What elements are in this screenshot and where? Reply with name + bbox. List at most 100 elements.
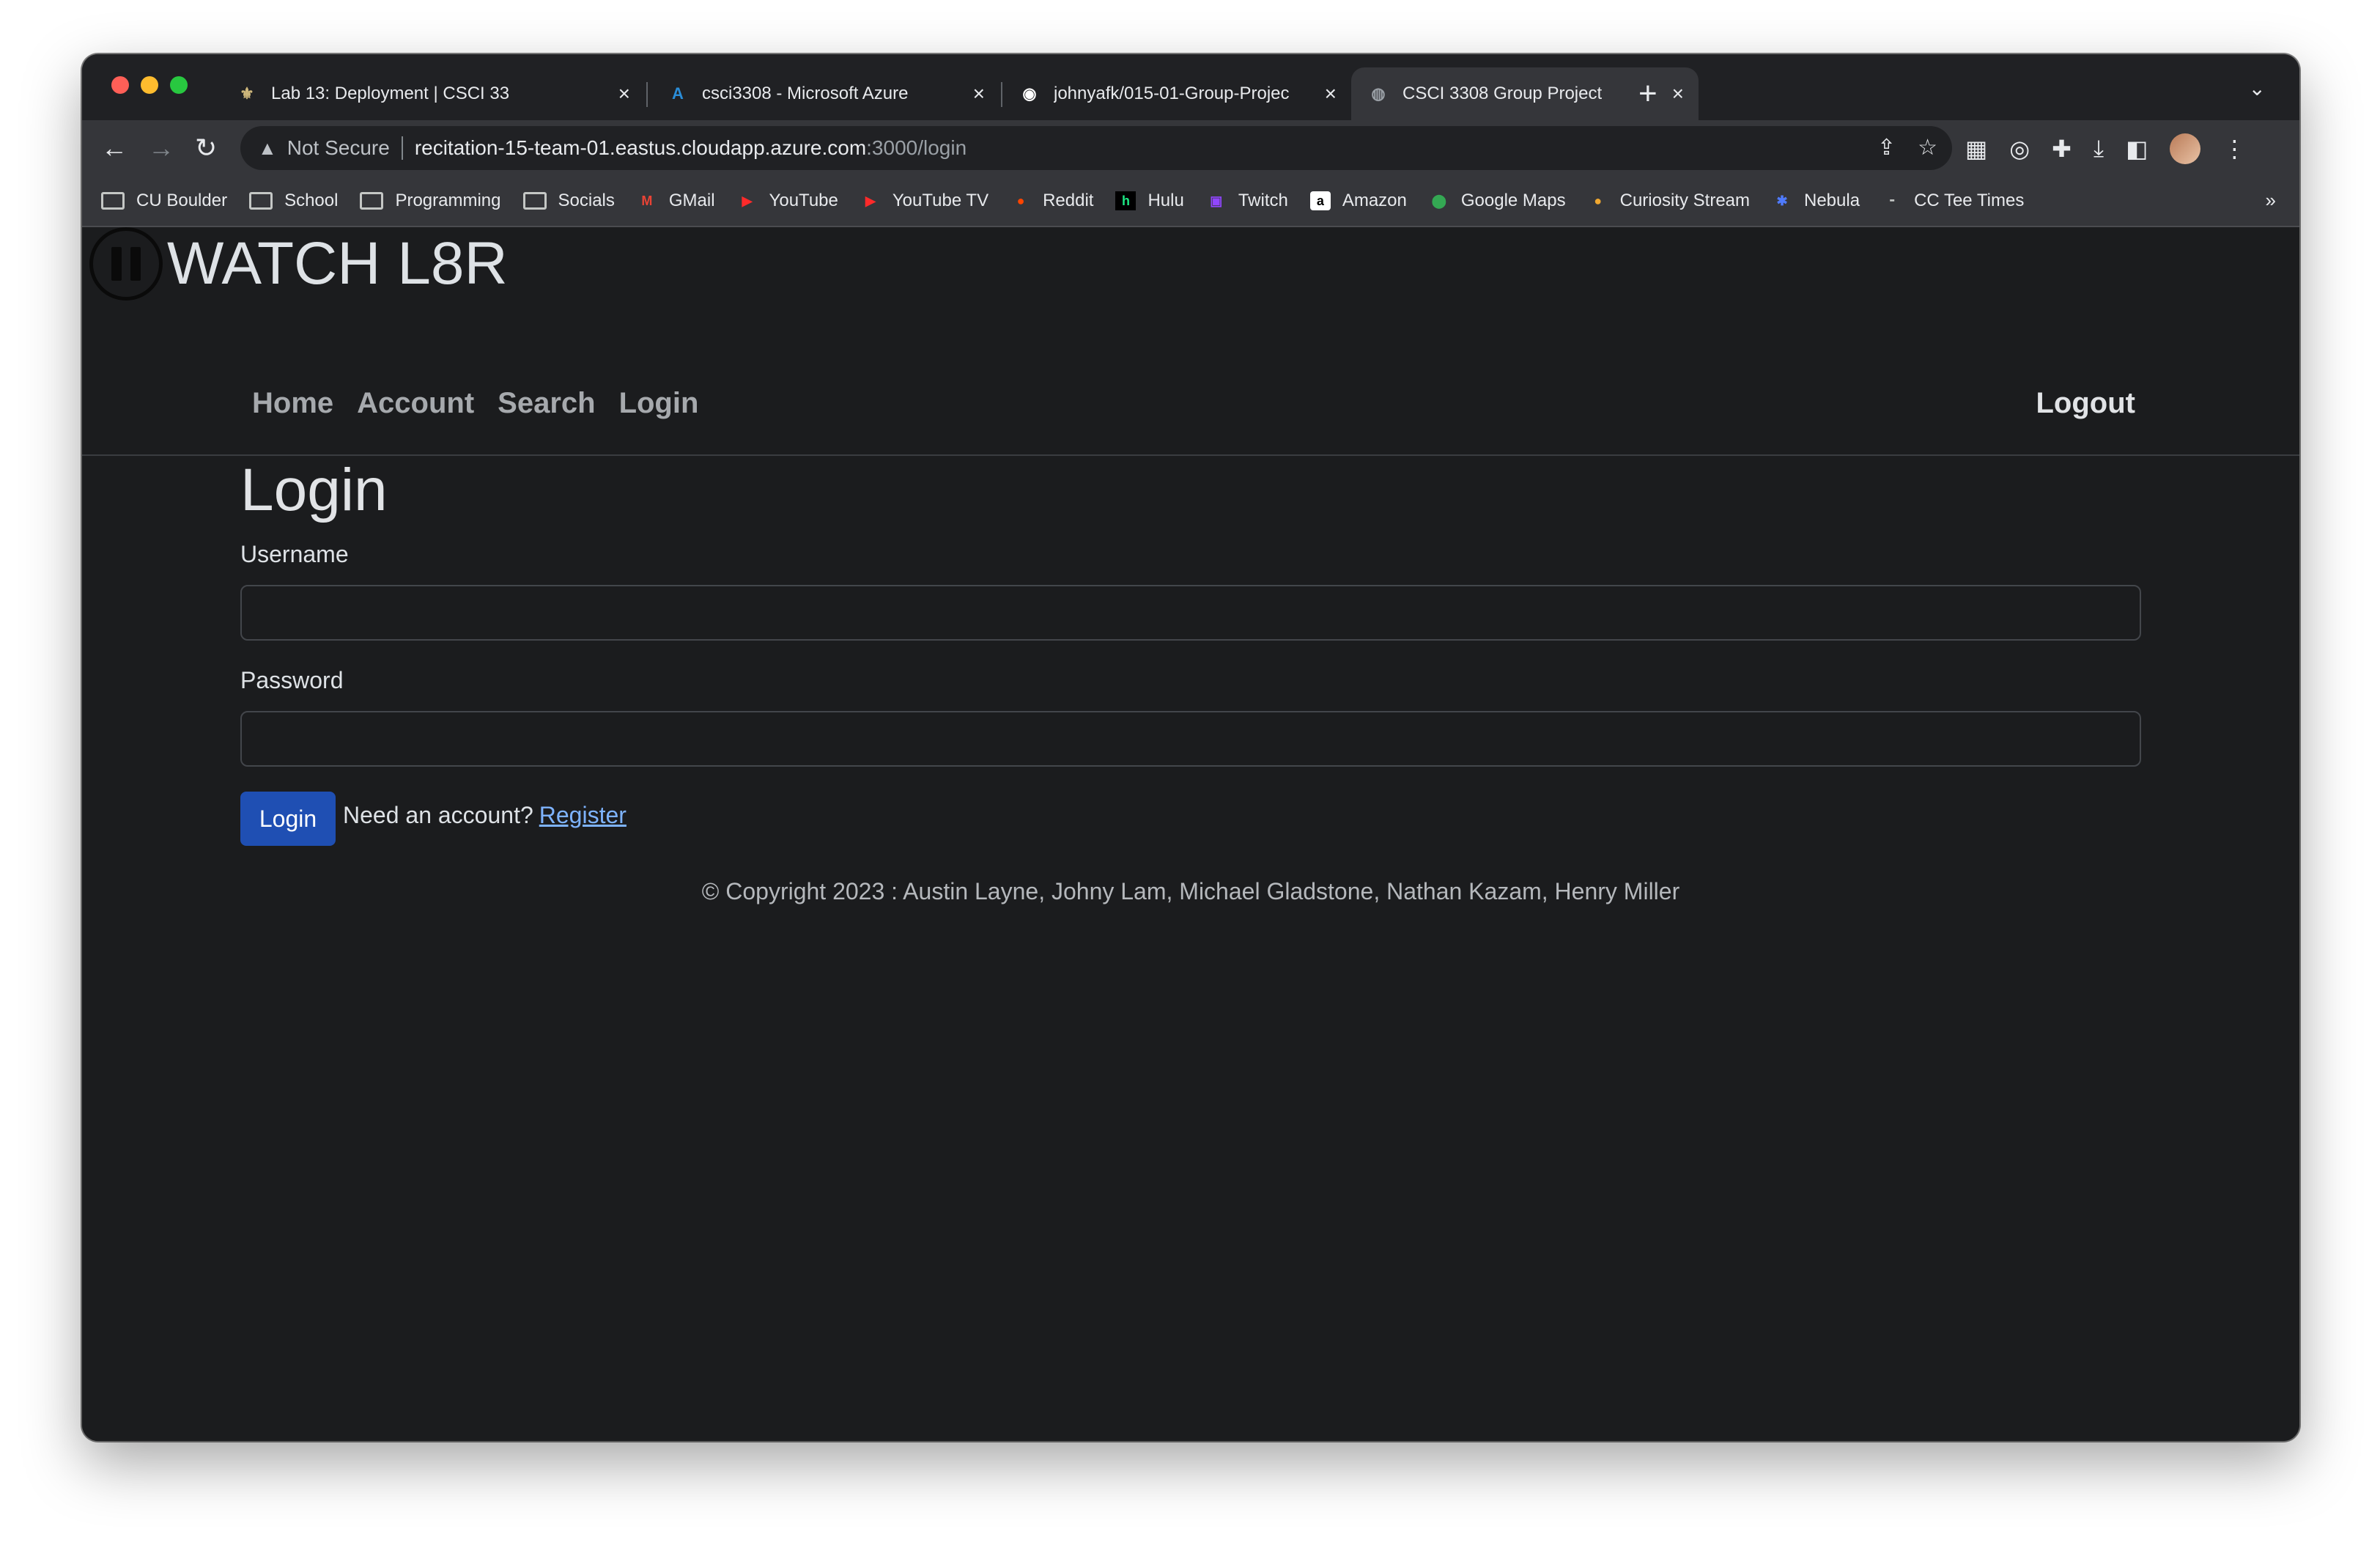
close-tab-icon[interactable]: × — [1325, 82, 1337, 106]
tab-github[interactable]: ◉ johnyafk/015-01-Group-Projec × — [1002, 67, 1351, 120]
bookmark-label: Amazon — [1342, 191, 1407, 210]
github-icon: ◉ — [1022, 84, 1037, 103]
nebula-icon: ✱ — [1776, 193, 1788, 208]
extension-icon[interactable]: ▦ — [1965, 135, 1987, 163]
bookmark-reddit[interactable]: ● Reddit — [1010, 191, 1094, 211]
tab-title: Lab 13: Deployment | CSCI 33 — [271, 84, 510, 103]
username-label: Username — [240, 541, 349, 567]
main-nav: Home Account Search Login — [252, 387, 698, 420]
bookmark-label: CU Boulder — [136, 191, 228, 210]
close-tab-icon[interactable]: × — [1672, 82, 1684, 106]
bookmark-cc-tee-times[interactable]: ⁃ CC Tee Times — [1882, 191, 2025, 211]
minimize-window-button[interactable] — [141, 76, 158, 94]
brand-name: WATCH L8R — [167, 230, 508, 297]
nav-login[interactable]: Login — [619, 387, 699, 420]
bookmark-gmail[interactable]: M GMail — [637, 191, 715, 211]
bookmark-folder-school[interactable]: School — [249, 191, 338, 211]
bookmark-hulu[interactable]: h Hulu — [1115, 191, 1184, 211]
need-account-text: Need an account? — [343, 802, 533, 828]
tab-search-icon[interactable]: ⌄ — [2249, 76, 2266, 100]
azure-icon: A — [672, 84, 684, 103]
bookmark-folder-cu-boulder[interactable]: CU Boulder — [101, 191, 227, 211]
browser-window: ⚜ Lab 13: Deployment | CSCI 33 × A csci3… — [82, 54, 2299, 1441]
close-window-button[interactable] — [111, 76, 129, 94]
bookmark-label: Reddit — [1043, 191, 1094, 210]
tab-title: csci3308 - Microsoft Azure — [702, 84, 909, 103]
new-tab-button[interactable]: + — [1638, 72, 1658, 116]
warning-icon: ▲ — [258, 136, 277, 159]
cu-icon: ⚜ — [240, 84, 254, 103]
bookmark-nebula[interactable]: ✱ Nebula — [1772, 191, 1860, 211]
username-input[interactable] — [240, 585, 2141, 641]
bookmark-label: YouTube — [769, 191, 838, 210]
amazon-icon: a — [1309, 191, 1331, 210]
extensions-puzzle-icon[interactable]: ✚ — [2052, 135, 2072, 163]
tab-title: CSCI 3308 Group Project — [1402, 84, 1603, 103]
globe-icon: ◍ — [1371, 84, 1386, 103]
nav-search[interactable]: Search — [498, 387, 595, 420]
youtube-icon: ▶ — [742, 193, 753, 208]
password-input[interactable] — [240, 711, 2141, 767]
bookmark-amazon[interactable]: a Amazon — [1309, 191, 1407, 211]
tab-strip: ⚜ Lab 13: Deployment | CSCI 33 × A csci3… — [82, 54, 2299, 120]
incognito-extension-icon[interactable]: ◎ — [2009, 135, 2030, 163]
login-button[interactable]: Login — [240, 792, 336, 846]
bookmark-label: Curiosity Stream — [1619, 191, 1750, 210]
address-bar[interactable]: ▲ Not Secure recitation-15-team-01.eastu… — [240, 126, 1952, 170]
nav-account[interactable]: Account — [357, 387, 474, 420]
page-title: Login — [240, 457, 388, 523]
bookmark-label: Socials — [558, 191, 615, 210]
bookmark-label: Programming — [395, 191, 501, 210]
close-tab-icon[interactable]: × — [973, 82, 985, 106]
profile-avatar[interactable] — [2170, 133, 2201, 164]
page-content: WATCH L8R Home Account Search Login Logo… — [82, 227, 2299, 1441]
logout-link[interactable]: Logout — [2036, 387, 2136, 420]
curiosity-stream-icon: ● — [1594, 193, 1603, 208]
download-icon[interactable]: ⤓ — [2093, 135, 2104, 163]
reload-icon[interactable]: ↻ — [195, 130, 217, 166]
bookmark-curiosity-stream[interactable]: ● Curiosity Stream — [1588, 191, 1750, 211]
tab-lab13[interactable]: ⚜ Lab 13: Deployment | CSCI 33 × — [220, 67, 645, 120]
url-host: recitation-15-team-01.eastus.cloudapp.az… — [414, 136, 867, 159]
register-link[interactable]: Register — [539, 802, 627, 828]
bookmark-youtube[interactable]: ▶ YouTube — [737, 191, 838, 211]
side-panel-icon[interactable]: ◧ — [2126, 135, 2148, 163]
bookmarks-bar: CU Boulder School Programming Socials M … — [82, 176, 2299, 227]
bookmark-label: YouTube TV — [892, 191, 989, 210]
site-brand[interactable]: WATCH L8R — [89, 227, 508, 301]
folder-icon — [101, 192, 125, 210]
gmail-icon: M — [641, 193, 653, 208]
folder-icon — [249, 192, 273, 210]
hulu-icon: h — [1115, 191, 1137, 210]
bookmark-youtube-tv[interactable]: ▶ YouTube TV — [860, 191, 988, 211]
bookmark-star-icon[interactable]: ☆ — [1918, 135, 1937, 161]
nav-home[interactable]: Home — [252, 387, 333, 420]
browser-toolbar: ← → ↻ ▲ Not Secure recitation-15-team-01… — [82, 120, 2299, 176]
password-label: Password — [240, 667, 344, 693]
menu-kebab-icon[interactable]: ⋮ — [2222, 135, 2246, 163]
maximize-window-button[interactable] — [170, 76, 188, 94]
security-status[interactable]: Not Secure — [287, 136, 390, 160]
pause-logo-icon — [89, 227, 163, 301]
bookmark-twitch[interactable]: ▣ Twitch — [1206, 191, 1288, 211]
tab-title: johnyafk/015-01-Group-Projec — [1054, 84, 1290, 103]
bookmark-folder-socials[interactable]: Socials — [522, 191, 615, 211]
nav-divider — [82, 454, 2299, 456]
more-bookmarks-icon[interactable]: » — [2266, 189, 2276, 212]
back-icon[interactable]: ← — [101, 130, 128, 166]
tab-azure[interactable]: A csci3308 - Microsoft Azure × — [651, 67, 999, 120]
reddit-icon: ● — [1016, 193, 1025, 208]
twitch-icon: ▣ — [1210, 193, 1223, 208]
bookmark-label: Twitch — [1238, 191, 1288, 210]
folder-icon — [360, 192, 384, 210]
folder-icon — [522, 192, 547, 210]
bookmark-label: Hulu — [1148, 191, 1184, 210]
forward-icon[interactable]: → — [148, 130, 174, 166]
close-tab-icon[interactable]: × — [618, 82, 630, 106]
footer-copyright: © Copyright 2023 : Austin Layne, Johny L… — [701, 878, 1680, 904]
bookmark-google-maps[interactable]: ⬤ Google Maps — [1429, 191, 1566, 211]
bookmark-folder-programming[interactable]: Programming — [360, 191, 501, 211]
share-icon[interactable]: ⇪ — [1877, 135, 1896, 161]
bookmark-label: GMail — [668, 191, 715, 210]
bookmark-label: CC Tee Times — [1914, 191, 2025, 210]
